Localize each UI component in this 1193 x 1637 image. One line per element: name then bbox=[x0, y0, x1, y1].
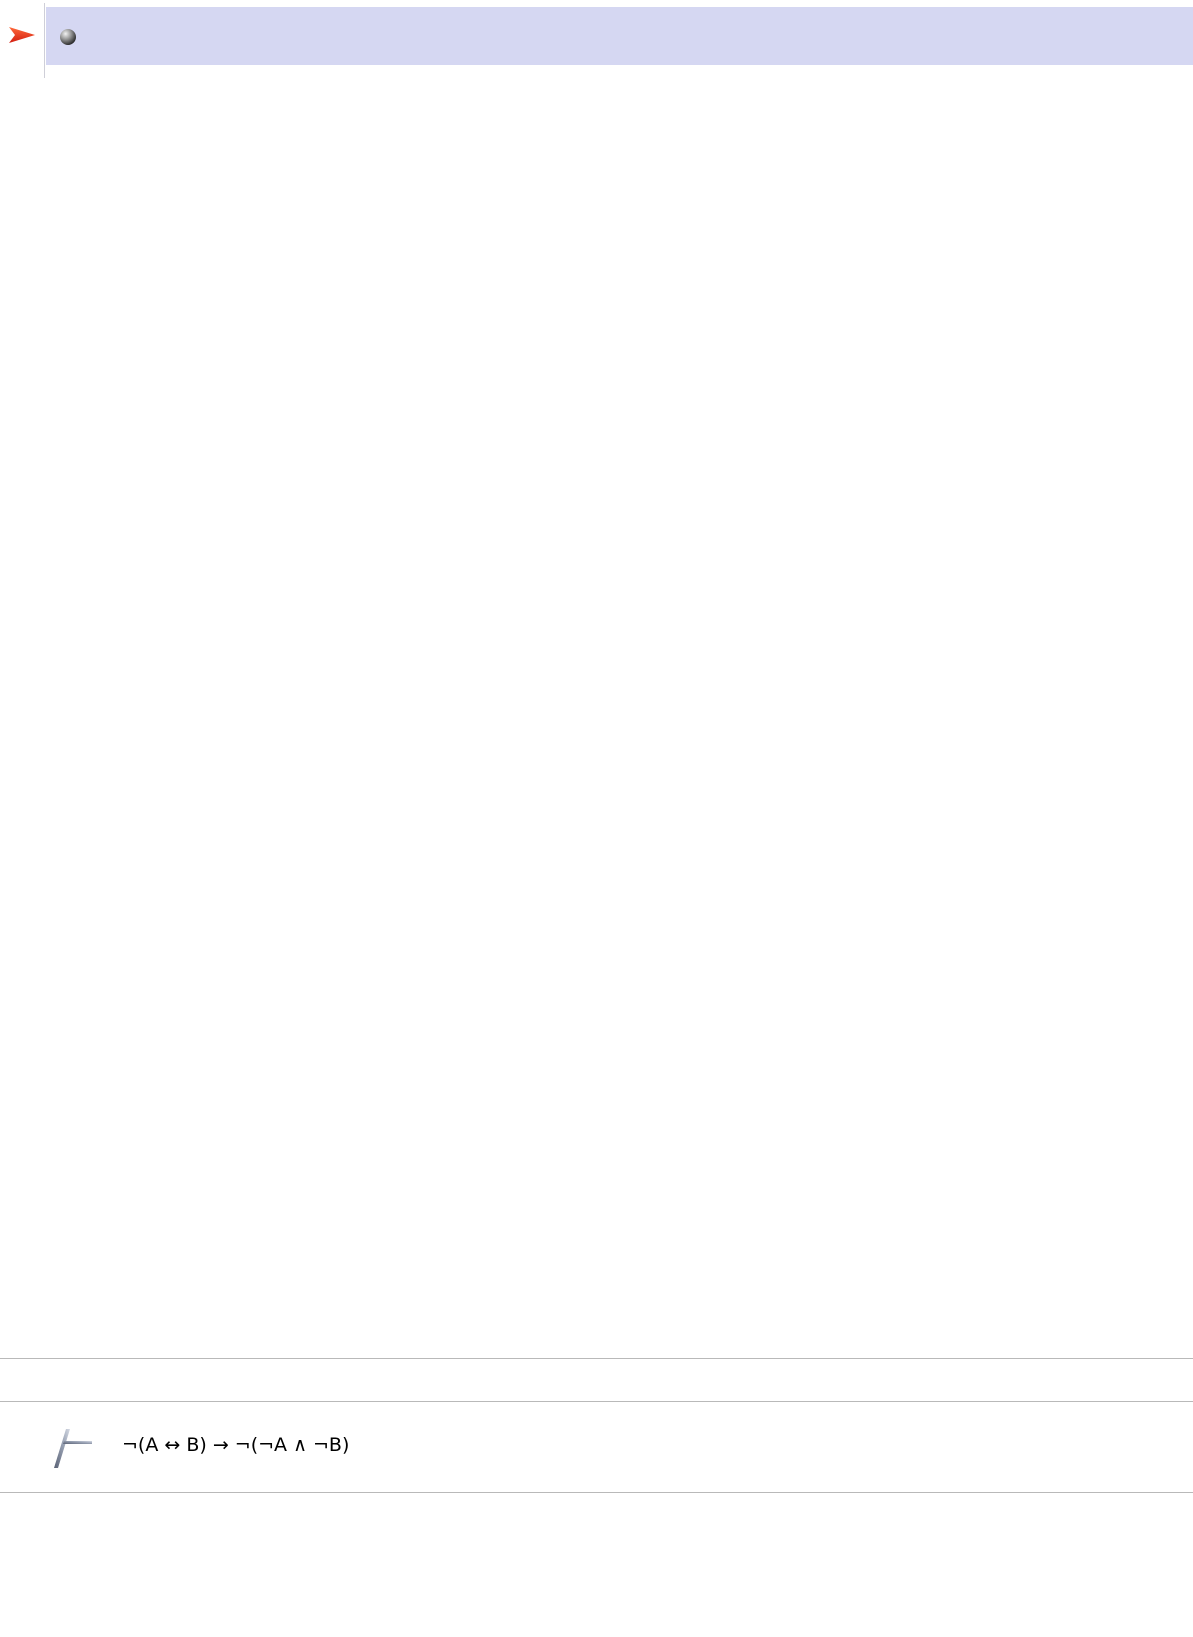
proof-editor: ¬(A ↔ B) → ¬(¬A ∧ ¬B) bbox=[0, 0, 1193, 1637]
input-line[interactable] bbox=[46, 7, 1193, 65]
turnstile-icon bbox=[54, 1429, 92, 1468]
theorem-formula: ¬(A ↔ B) → ¬(¬A ∧ ¬B) bbox=[122, 1434, 350, 1456]
divider-middle bbox=[0, 1401, 1193, 1402]
gray-ball-icon bbox=[60, 29, 76, 45]
divider-top bbox=[0, 1358, 1193, 1359]
gutter-divider bbox=[44, 3, 45, 78]
divider-bottom bbox=[0, 1492, 1193, 1493]
current-line-arrow-icon bbox=[9, 27, 35, 43]
